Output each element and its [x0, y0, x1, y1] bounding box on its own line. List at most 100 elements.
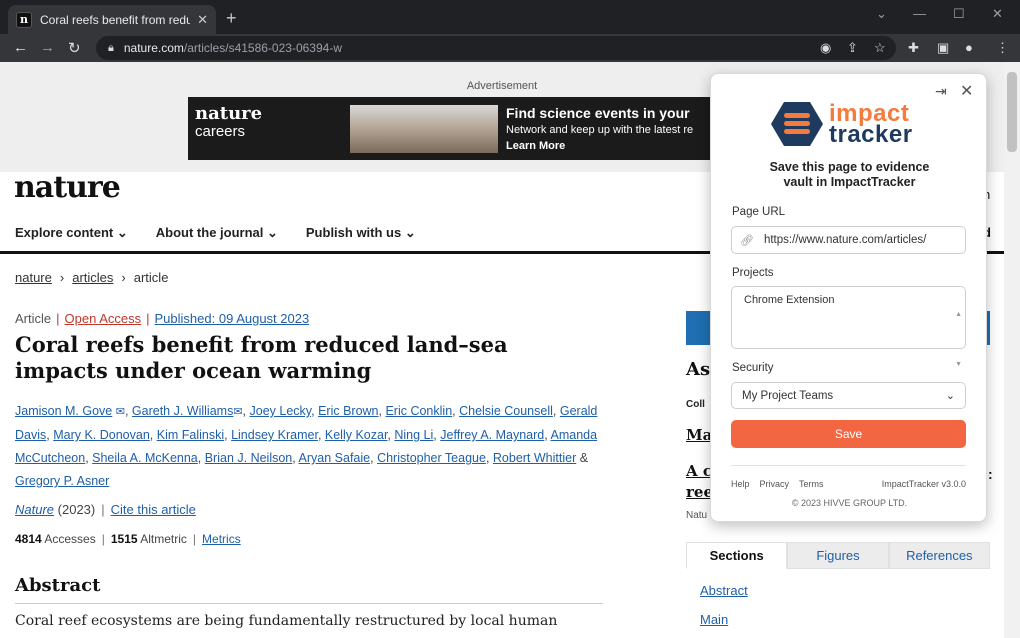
- breadcrumb: nature › articles › article: [15, 270, 168, 285]
- tab-references[interactable]: References: [888, 542, 990, 569]
- author-link[interactable]: Sheila A. McKenna: [92, 451, 198, 465]
- page-url-label: Page URL: [732, 206, 786, 218]
- address-bar[interactable]: 🔒︎ nature.com/articles/s41586-023-06394-…: [96, 36, 896, 60]
- security-selected-value: My Project Teams: [742, 389, 834, 402]
- back-arrow-icon[interactable]: ←: [13, 39, 28, 56]
- nav-about-journal[interactable]: About the journal ⌄: [156, 225, 278, 241]
- author-ampersand: &: [579, 451, 589, 465]
- help-link[interactable]: Help: [731, 479, 750, 489]
- page-url-value: https://www.nature.com/articles/: [763, 234, 927, 246]
- profile-icon[interactable]: ●: [965, 40, 973, 55]
- author-link[interactable]: Chelsie Counsell: [459, 404, 553, 418]
- url-path: /articles/s41586-023-06394-w: [183, 41, 342, 55]
- reload-icon[interactable]: ↻: [68, 39, 81, 57]
- article-type: Article: [15, 311, 52, 326]
- accesses-label: Accesses: [44, 532, 96, 546]
- minimize-icon[interactable]: —: [913, 6, 926, 21]
- breadcrumb-articles[interactable]: articles: [72, 270, 113, 285]
- lock-icon[interactable]: 🔒︎: [108, 42, 114, 55]
- journal-year: (2023): [57, 502, 96, 517]
- extensions-puzzle-icon[interactable]: ✚: [908, 40, 919, 56]
- breadcrumb-current: article: [133, 270, 169, 285]
- author-link[interactable]: Gregory P. Asner: [15, 474, 109, 488]
- browser-titlebar: n Coral reefs benefit from reduced ✕ + ⌄…: [0, 0, 1020, 34]
- published-date[interactable]: Published: 09 August 2023: [155, 311, 310, 326]
- author-link[interactable]: Mary K. Donovan: [53, 428, 150, 442]
- author-link[interactable]: Kim Falinski: [157, 428, 224, 442]
- author-link[interactable]: Aryan Safaie: [299, 451, 371, 465]
- section-link-abstract[interactable]: Abstract: [700, 583, 748, 598]
- altmetric-label: Altmetric: [140, 532, 187, 546]
- email-icon[interactable]: ✉: [116, 406, 125, 418]
- author-link[interactable]: Eric Brown: [318, 404, 378, 418]
- forward-arrow-icon[interactable]: →: [40, 39, 55, 56]
- main-nav: Explore content ⌄ About the journal ⌄ Pu…: [15, 225, 444, 241]
- tab-sections[interactable]: Sections: [686, 542, 788, 569]
- author-link[interactable]: Brian J. Neilson: [205, 451, 293, 465]
- section-link-main[interactable]: Main: [700, 612, 728, 627]
- author-link[interactable]: Lindsey Kramer: [231, 428, 318, 442]
- author-link[interactable]: Gareth J. Williams: [132, 404, 233, 418]
- projects-list[interactable]: Chrome Extension ▲ ▼: [731, 286, 966, 368]
- page-url-field[interactable]: 🔗︎ https://www.nature.com/articles/: [731, 226, 966, 254]
- project-option[interactable]: Chrome Extension: [744, 294, 953, 306]
- privacy-link[interactable]: Privacy: [760, 479, 790, 489]
- abstract-heading: Abstract: [15, 575, 101, 596]
- bookmark-star-icon[interactable]: ☆: [874, 40, 886, 56]
- abstract-text: Coral reef ecosystems are being fundamen…: [15, 613, 558, 629]
- metrics-link[interactable]: Metrics: [202, 532, 241, 546]
- email-icon[interactable]: ✉: [233, 406, 242, 418]
- security-select[interactable]: My Project Teams ⌄: [731, 382, 966, 409]
- tab-search-icon[interactable]: ⌄: [876, 6, 887, 22]
- sidebar-heading: As: [686, 359, 711, 380]
- browser-tab[interactable]: n Coral reefs benefit from reduced ✕: [8, 5, 216, 34]
- more-menu-icon[interactable]: ⋮: [996, 40, 1009, 56]
- open-access-link[interactable]: Open Access: [65, 311, 142, 326]
- accesses-count: 4814: [15, 532, 42, 546]
- google-lens-icon[interactable]: ◉: [820, 40, 831, 56]
- scrollbar-thumb[interactable]: [1007, 72, 1017, 152]
- close-icon[interactable]: ✕: [960, 81, 973, 101]
- sidebar-article-link[interactable]: ree: [686, 483, 713, 501]
- author-list: Jamison M. Gove ✉, Gareth J. Williams✉, …: [15, 404, 598, 488]
- nature-careers-ad[interactable]: nature careers Find science events in yo…: [188, 97, 788, 160]
- window-close-icon[interactable]: ✕: [992, 6, 1003, 22]
- nature-logo[interactable]: nature: [14, 170, 121, 205]
- cite-article-link[interactable]: Cite this article: [111, 502, 196, 517]
- author-link[interactable]: Jamison M. Gove: [15, 404, 112, 418]
- breadcrumb-home[interactable]: nature: [15, 270, 52, 285]
- author-link[interactable]: Joey Lecky: [250, 404, 312, 418]
- sidebar-article-link[interactable]: Ma: [686, 426, 712, 444]
- author-link[interactable]: Jeffrey A. Maynard: [440, 428, 544, 442]
- terms-link[interactable]: Terms: [799, 479, 824, 489]
- author-link[interactable]: Christopher Teague: [377, 451, 486, 465]
- ad-learn-more[interactable]: Learn More: [506, 140, 565, 152]
- tab-figures[interactable]: Figures: [787, 542, 889, 569]
- side-panel-icon[interactable]: ▣: [937, 40, 949, 56]
- popup-heading: Save this page to evidence vault in Impa…: [769, 160, 930, 189]
- list-scroll-arrows-icon[interactable]: ▲ ▼: [955, 290, 962, 390]
- tab-close-icon[interactable]: ✕: [197, 12, 208, 28]
- browser-toolbar: ← → ↻ 🔒︎ nature.com/articles/s41586-023-…: [0, 34, 1020, 62]
- author-link[interactable]: Kelly Kozar: [325, 428, 388, 442]
- save-button[interactable]: Save: [731, 420, 966, 448]
- maximize-icon[interactable]: ☐: [953, 6, 965, 22]
- journal-name[interactable]: Nature: [15, 502, 54, 517]
- ad-headline: Find science events in your: [506, 105, 690, 121]
- author-link[interactable]: Ning Li: [394, 428, 433, 442]
- nav-publish-with-us[interactable]: Publish with us ⌄: [306, 225, 416, 241]
- ad-brand-nature: nature: [195, 103, 263, 124]
- sidebar-source: Natu: [686, 510, 708, 521]
- popup-divider: [731, 465, 966, 466]
- logout-icon[interactable]: ⇥: [935, 83, 947, 100]
- page-scrollbar[interactable]: [1004, 62, 1020, 638]
- author-link[interactable]: Robert Whittier: [493, 451, 576, 465]
- article-title: Coral reefs benefit from reduced land–se…: [15, 332, 508, 383]
- abstract-divider: [15, 603, 603, 604]
- new-tab-icon[interactable]: +: [226, 8, 237, 29]
- share-icon[interactable]: ⇪: [847, 40, 858, 56]
- sidebar-article-link[interactable]: A c: [686, 462, 712, 480]
- nav-explore-content[interactable]: Explore content ⌄: [15, 225, 128, 241]
- chevron-down-icon: ⌄: [945, 390, 955, 402]
- author-link[interactable]: Eric Conklin: [385, 404, 452, 418]
